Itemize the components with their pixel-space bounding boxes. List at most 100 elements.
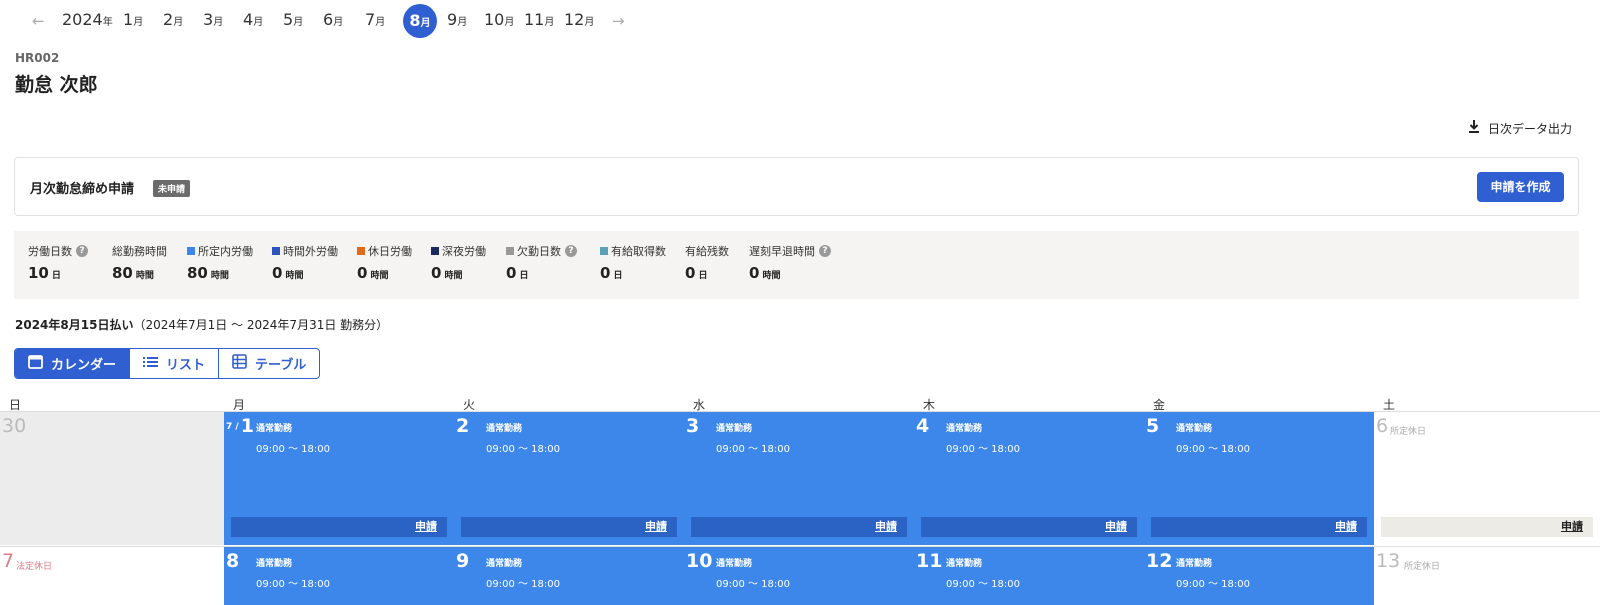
prev-year-arrow-icon[interactable]: ← — [32, 12, 45, 30]
holiday-type: 法定休日 — [16, 562, 53, 572]
month-12[interactable]: 12月 — [564, 10, 594, 29]
stat-1: 総勤務時間 80 時間 — [112, 243, 167, 282]
work-period: （2024年7月1日 ～ 2024年7月31日 勤務分） — [133, 318, 389, 332]
stat-label: 有給取得数 — [600, 243, 666, 259]
calendar-day[interactable]: 10 通常勤務 09:00 ～ 18:00 — [684, 547, 914, 605]
view-tab-table[interactable]: テーブル — [219, 349, 319, 378]
calendar-day[interactable]: 3 通常勤務 09:00 ～ 18:00 申請 — [684, 412, 914, 545]
month-11[interactable]: 11月 — [524, 10, 554, 29]
calendar-day[interactable]: 4 通常勤務 09:00 ～ 18:00 申請 — [914, 412, 1144, 545]
pay-date: 2024年8月15日払い — [15, 318, 134, 332]
apply-link[interactable]: 申請 — [1381, 517, 1593, 537]
view-tab-label: テーブル — [255, 358, 307, 373]
legend-swatch — [431, 247, 439, 255]
stat-number: 0 — [357, 264, 368, 282]
apply-link[interactable]: 申請 — [1151, 517, 1367, 537]
stat-unit: 時間 — [444, 271, 463, 281]
stat-number: 0 — [272, 264, 283, 282]
calendar-day[interactable]: 30 — [0, 412, 224, 545]
month-5[interactable]: 5月 — [283, 10, 303, 29]
work-type: 通常勤務 — [1176, 424, 1213, 434]
stat-label-text: 有給取得数 — [611, 245, 666, 258]
stat-value: 0日 — [506, 264, 577, 282]
stat-value: 10 日 — [28, 264, 88, 282]
help-icon[interactable]: ? — [565, 245, 577, 257]
stat-label: 遅刻早退時間? — [749, 243, 831, 259]
calendar-day[interactable]: 13 所定休日 — [1374, 547, 1600, 605]
calendar-day[interactable]: 12 通常勤務 09:00 ～ 18:00 — [1144, 547, 1374, 605]
summary-stats: 労働日数? 10 日総勤務時間 80 時間 所定内労働 80 時間 時間外労働 0 時間 休日労働 0 時… — [14, 231, 1579, 299]
month-2[interactable]: 2月 — [163, 10, 183, 29]
work-time: 09:00 ～ 18:00 — [716, 579, 790, 590]
day-number-value: 10 — [686, 550, 713, 572]
day-number-value: 30 — [2, 415, 27, 437]
apply-link[interactable]: 申請 — [691, 517, 907, 537]
list-icon — [143, 356, 159, 372]
stat-label-text: 遅刻早退時間 — [749, 245, 815, 258]
legend-swatch — [506, 247, 514, 255]
work-time: 09:00 ～ 18:00 — [1176, 444, 1250, 455]
work-type: 通常勤務 — [256, 424, 293, 434]
day-number-value: 8 — [226, 550, 240, 572]
employee-code: HR002 — [15, 51, 60, 65]
calendar-icon — [28, 354, 43, 373]
day-number: 3 — [686, 415, 699, 437]
work-time: 09:00 ～ 18:00 — [716, 444, 790, 455]
stat-label-text: 所定内労働 — [198, 245, 253, 258]
stat-number: 10 — [28, 264, 49, 282]
stat-label-text: 有給残数 — [685, 245, 729, 258]
apply-link[interactable]: 申請 — [921, 517, 1137, 537]
stat-unit: 時間 — [135, 271, 154, 281]
view-tab-calendar[interactable]: カレンダー — [15, 349, 131, 378]
view-tab-list[interactable]: リスト — [130, 349, 220, 378]
work-time: 09:00 ～ 18:00 — [1176, 579, 1250, 590]
stat-number: 0 — [685, 264, 696, 282]
stat-label: 所定内労働 — [187, 243, 253, 259]
monthly-closing-card: 月次勤怠締め申請 未申請 申請を作成 — [14, 157, 1579, 216]
stat-number: 0 — [506, 264, 517, 282]
daily-export-button[interactable]: 日次データ出力 — [1468, 120, 1572, 137]
stat-3: 時間外労働 0 時間 — [272, 243, 338, 282]
month-10[interactable]: 10月 — [484, 10, 514, 29]
day-number-value: 13 — [1376, 550, 1401, 572]
month-3[interactable]: 3月 — [203, 10, 223, 29]
calendar-day[interactable]: 6 所定休日 申請 — [1374, 412, 1600, 545]
next-year-arrow-icon[interactable]: → — [612, 12, 625, 30]
help-icon[interactable]: ? — [76, 245, 88, 257]
calendar-day[interactable]: 9 通常勤務 09:00 ～ 18:00 — [454, 547, 684, 605]
calendar-day[interactable]: 11 通常勤務 09:00 ～ 18:00 — [914, 547, 1144, 605]
calendar-day[interactable]: 5 通常勤務 09:00 ～ 18:00 申請 — [1144, 412, 1374, 545]
calendar-day[interactable]: 2 通常勤務 09:00 ～ 18:00 申請 — [454, 412, 684, 545]
stat-unit: 日 — [51, 271, 61, 281]
stat-value: 80 時間 — [187, 264, 253, 282]
month-4[interactable]: 4月 — [243, 10, 263, 29]
day-number-value: 3 — [686, 415, 700, 437]
apply-link[interactable]: 申請 — [461, 517, 677, 537]
calendar-row-divider — [0, 546, 1600, 547]
month-6[interactable]: 6月 — [323, 10, 343, 29]
table-icon — [232, 354, 247, 373]
view-tab-label: リスト — [166, 358, 206, 373]
day-number: 2 — [456, 415, 469, 437]
work-time: 09:00 ～ 18:00 — [486, 444, 560, 455]
holiday-type: 所定休日 — [1390, 427, 1427, 437]
create-request-button[interactable]: 申請を作成 — [1477, 172, 1564, 202]
day-number-value: 7 — [2, 550, 15, 572]
apply-link[interactable]: 申請 — [231, 517, 447, 537]
stat-label-text: 労働日数 — [28, 245, 72, 258]
calendar-day[interactable]: 7 法定休日 — [0, 547, 224, 605]
legend-swatch — [600, 247, 608, 255]
month-8[interactable]: 8月 — [403, 4, 437, 38]
help-icon[interactable]: ? — [819, 245, 831, 257]
stat-number: 80 — [112, 264, 133, 282]
work-type: 通常勤務 — [486, 559, 523, 569]
stat-8: 有給残数 0 日 — [685, 243, 729, 282]
day-number: 30 — [2, 415, 26, 437]
month-7[interactable]: 7月 — [365, 10, 385, 29]
calendar-day[interactable]: 7 /1 通常勤務 09:00 ～ 18:00 申請 — [224, 412, 454, 545]
stat-unit: 日 — [519, 271, 529, 281]
month-1[interactable]: 1月 — [123, 10, 143, 29]
calendar-day[interactable]: 8 通常勤務 09:00 ～ 18:00 — [224, 547, 454, 605]
stat-label: 労働日数? — [28, 243, 88, 259]
month-9[interactable]: 9月 — [447, 10, 467, 29]
